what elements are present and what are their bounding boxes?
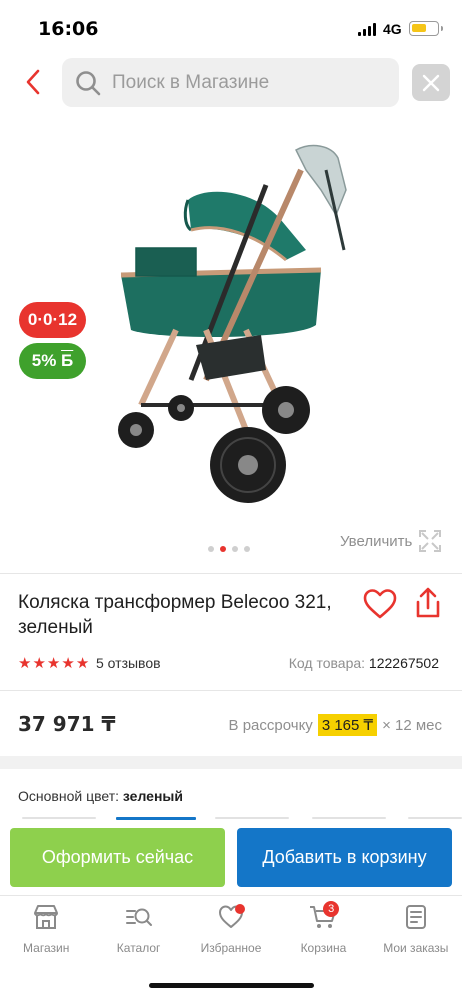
installment-info[interactable]: В рассрочку 3 165 ₸ × 12 мес: [229, 714, 442, 736]
tab-label: Каталог: [116, 941, 161, 955]
tab-label: Избранное: [200, 941, 262, 955]
star-icon: ★: [18, 654, 32, 672]
installment-badge: 0·0·12: [19, 302, 86, 338]
favorite-heart-icon[interactable]: [362, 588, 398, 620]
search-bar[interactable]: [62, 58, 399, 107]
tab-catalog[interactable]: Каталог: [92, 895, 184, 967]
add-to-cart-button[interactable]: Добавить в корзину: [237, 828, 452, 887]
notification-dot: [234, 904, 245, 914]
product-title: Коляска трансформер Belecoo 321, зеленый: [18, 592, 332, 638]
star-icon: ★: [75, 654, 90, 672]
price: 37 971 ₸: [18, 712, 116, 736]
chevron-left-icon: [26, 69, 40, 95]
battery-icon: [409, 21, 439, 36]
product-code: Код товара: 122267502: [289, 655, 439, 671]
reviews-link[interactable]: 5 отзывов: [96, 655, 161, 671]
divider: [0, 573, 462, 574]
tab-label: Корзина: [300, 941, 347, 955]
star-icon: ★: [61, 654, 75, 672]
status-bar: 16:06 4G: [0, 0, 462, 52]
gallery-dot[interactable]: [208, 546, 214, 552]
tab-label: Мои заказы: [383, 941, 449, 955]
zoom-label: Увеличить: [340, 532, 413, 550]
main-color: Основной цвет: зеленый: [18, 788, 183, 804]
product-code-value: 122267502: [368, 655, 439, 671]
color-variant[interactable]: [215, 817, 289, 819]
zoom-button[interactable]: Увеличить: [340, 530, 442, 552]
signal-icon: [358, 23, 378, 36]
gallery-pagination: [208, 546, 250, 552]
shop-icon: [34, 905, 59, 929]
main-color-value: зеленый: [122, 788, 183, 804]
cashback-value: 5%: [31, 351, 57, 370]
gallery-dot[interactable]: [232, 546, 238, 552]
close-button[interactable]: [412, 64, 450, 101]
home-indicator: [149, 983, 314, 988]
cashback-badge: 5% Б: [19, 343, 86, 379]
search-icon: [76, 71, 101, 96]
color-variant[interactable]: [312, 817, 386, 819]
installment-term: × 12 мес: [382, 716, 442, 734]
cashback-currency: Б: [61, 351, 74, 370]
product-image[interactable]: [96, 130, 366, 530]
color-variant-selected[interactable]: [116, 817, 196, 820]
main-color-label: Основной цвет:: [18, 788, 119, 804]
color-variant[interactable]: [22, 817, 96, 819]
search-input[interactable]: [112, 58, 392, 107]
buy-now-button[interactable]: Оформить сейчас: [10, 828, 225, 887]
share-icon[interactable]: [413, 586, 443, 620]
close-icon: [422, 74, 440, 91]
rating-stars: ★ ★ ★ ★ ★: [18, 654, 89, 672]
network-type: 4G: [383, 21, 402, 37]
bottom-tab-bar: Магазин Каталог Избранное 3 Корзина Мои …: [0, 895, 462, 967]
gallery-dot[interactable]: [220, 546, 226, 552]
installment-amount: 3 165 ₸: [317, 714, 378, 736]
status-time: 16:06: [38, 18, 99, 40]
tab-shop[interactable]: Магазин: [0, 895, 92, 967]
tab-favorites[interactable]: Избранное: [185, 895, 277, 967]
product-code-label: Код товара:: [288, 655, 366, 671]
star-icon: ★: [46, 654, 61, 672]
gallery-dot[interactable]: [244, 546, 250, 552]
tab-label: Магазин: [23, 941, 70, 955]
orders-icon: [405, 905, 426, 929]
tab-orders[interactable]: Мои заказы: [370, 895, 462, 967]
catalog-search-icon: [125, 908, 152, 926]
color-variant[interactable]: [408, 817, 462, 819]
expand-icon: [419, 530, 442, 552]
color-variants[interactable]: [0, 815, 462, 827]
battery-tip: [441, 26, 443, 31]
divider: [0, 690, 462, 691]
star-icon: ★: [32, 654, 46, 672]
back-button[interactable]: [18, 64, 48, 100]
installment-label: В рассрочку: [228, 716, 313, 734]
section-separator: [0, 756, 462, 769]
tab-cart[interactable]: 3 Корзина: [277, 895, 369, 967]
